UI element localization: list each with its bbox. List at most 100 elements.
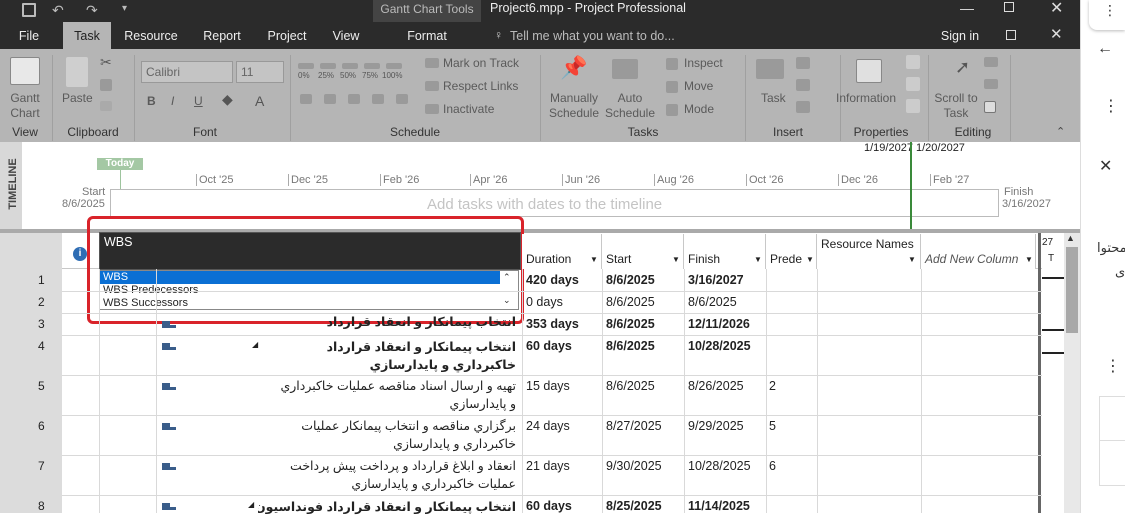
- underline-button[interactable]: U: [194, 94, 203, 109]
- gantt-chart-button[interactable]: Gantt Chart: [6, 91, 44, 121]
- move-button[interactable]: Move: [684, 79, 713, 94]
- col-resource-names[interactable]: Resource Names: [817, 234, 921, 269]
- row-start[interactable]: 8/6/2025: [606, 339, 655, 353]
- dropdown-arrow-icon[interactable]: ▼: [672, 255, 680, 264]
- inspect-button[interactable]: Inspect: [684, 56, 723, 71]
- outdent-icon[interactable]: [324, 94, 336, 104]
- row-finish[interactable]: 8/6/2025: [688, 295, 737, 309]
- tab-resource[interactable]: Resource: [120, 22, 182, 49]
- row-predecessors[interactable]: 5: [769, 419, 776, 433]
- save-icon[interactable]: [22, 3, 36, 17]
- row-duration[interactable]: 24 days: [526, 419, 570, 433]
- pct-100-icon[interactable]: [386, 63, 402, 69]
- undo-icon[interactable]: ↶: [52, 2, 64, 19]
- gantt-bar-summary[interactable]: [1042, 352, 1064, 354]
- paste-button[interactable]: Paste: [62, 91, 93, 106]
- more-options-icon[interactable]: ⋮: [1103, 96, 1119, 116]
- dropdown-arrow-icon[interactable]: ▼: [1025, 255, 1033, 264]
- font-name-select[interactable]: Calibri: [141, 61, 233, 83]
- mode-button[interactable]: Mode: [684, 102, 714, 117]
- more-options-icon[interactable]: ⋮: [1105, 356, 1121, 376]
- col-add-new[interactable]: Add New Column: [921, 234, 1036, 269]
- redo-icon[interactable]: ↷: [86, 2, 98, 19]
- tab-report[interactable]: Report: [196, 22, 248, 49]
- respect-links-button[interactable]: Respect Links: [443, 79, 518, 94]
- row-task-name[interactable]: تهيه و ارسال اسناد مناقصه عمليات خاكبردا…: [276, 377, 516, 415]
- row-id[interactable]: 7: [38, 459, 45, 473]
- notes-icon[interactable]: [906, 55, 920, 69]
- qat-customize-icon[interactable]: ▾: [122, 3, 127, 14]
- row-finish[interactable]: 10/28/2025: [688, 339, 751, 353]
- row-id[interactable]: 2: [38, 295, 45, 309]
- minimize-icon[interactable]: —: [960, 0, 974, 16]
- info-column-icon[interactable]: i: [73, 247, 87, 261]
- row-duration[interactable]: 21 days: [526, 459, 570, 473]
- more-options-icon[interactable]: ⋮: [1103, 2, 1117, 19]
- pct-25-icon[interactable]: [320, 63, 336, 69]
- collapse-ribbon-icon[interactable]: ⌃: [1056, 125, 1065, 138]
- pct-50-icon[interactable]: [342, 63, 358, 69]
- row-id[interactable]: 5: [38, 379, 45, 393]
- ribbon-display-icon[interactable]: [1006, 30, 1016, 40]
- insert-milestone-icon[interactable]: [796, 79, 810, 91]
- insert-task-button[interactable]: Task: [761, 91, 786, 106]
- insert-deliverable-icon[interactable]: [796, 101, 810, 113]
- row-start[interactable]: 8/6/2025: [606, 273, 655, 287]
- row-duration[interactable]: 420 days: [526, 273, 579, 287]
- tab-view[interactable]: View: [326, 22, 366, 49]
- manually-schedule-button[interactable]: Manually Schedule: [546, 91, 602, 121]
- dropdown-arrow-icon[interactable]: ▼: [806, 255, 814, 264]
- row-finish[interactable]: 3/16/2027: [688, 273, 744, 287]
- row-start[interactable]: 8/6/2025: [606, 317, 655, 331]
- row-id[interactable]: 4: [38, 339, 45, 353]
- row-task-name[interactable]: انتخاب پيمانكار و انعقاد قرارداد خاكبردا…: [262, 338, 516, 376]
- dropdown-arrow-icon[interactable]: ▼: [590, 255, 598, 264]
- row-task-name[interactable]: برگزاري مناقصه و انتخاب پيمانكار عمليات …: [276, 417, 516, 455]
- sign-in-link[interactable]: Sign in: [936, 22, 984, 49]
- row-duration[interactable]: 60 days: [526, 339, 572, 353]
- row-start[interactable]: 8/25/2025: [606, 499, 662, 513]
- fill-icon[interactable]: [984, 101, 996, 113]
- split-icon[interactable]: [396, 94, 408, 104]
- details-icon[interactable]: [906, 77, 920, 91]
- row-duration[interactable]: 15 days: [526, 379, 570, 393]
- row-predecessors[interactable]: 6: [769, 459, 776, 473]
- copy-icon[interactable]: [100, 79, 112, 91]
- collapse-triangle-icon[interactable]: ◢: [248, 500, 254, 509]
- unlink-icon[interactable]: [372, 94, 384, 104]
- close-document-icon[interactable]: ✕: [1050, 25, 1063, 43]
- row-start[interactable]: 9/30/2025: [606, 459, 662, 473]
- insert-summary-icon[interactable]: [796, 57, 810, 69]
- link-icon[interactable]: [348, 94, 360, 104]
- tab-file[interactable]: File: [10, 22, 48, 49]
- add-to-timeline-icon[interactable]: [906, 99, 920, 113]
- mark-on-track-button[interactable]: Mark on Track: [443, 56, 519, 71]
- clear-icon[interactable]: [984, 79, 998, 89]
- bold-button[interactable]: B: [147, 94, 156, 109]
- gantt-bar-summary[interactable]: [1042, 329, 1064, 331]
- row-start[interactable]: 8/6/2025: [606, 379, 655, 393]
- scroll-to-task-button[interactable]: Scroll to Task: [934, 91, 978, 121]
- highlight-icon[interactable]: ◆: [222, 91, 233, 108]
- row-finish[interactable]: 8/26/2025: [688, 379, 744, 393]
- pct-75-icon[interactable]: [364, 63, 380, 69]
- collapse-triangle-icon[interactable]: ◢: [252, 340, 258, 349]
- row-start[interactable]: 8/27/2025: [606, 419, 662, 433]
- row-task-name[interactable]: انتخاب پیمانکار و انعقاد قرارداد: [240, 313, 516, 333]
- cut-icon[interactable]: ✂: [100, 54, 112, 71]
- row-finish[interactable]: 9/29/2025: [688, 419, 744, 433]
- row-id[interactable]: 3: [38, 317, 45, 331]
- dropdown-arrow-icon[interactable]: ▼: [908, 255, 916, 264]
- tell-me-search[interactable]: Tell me what you want to do...: [510, 22, 690, 49]
- row-id[interactable]: 6: [38, 419, 45, 433]
- row-id[interactable]: 1: [38, 273, 45, 287]
- tab-project[interactable]: Project: [260, 22, 314, 49]
- auto-schedule-button[interactable]: Auto Schedule: [604, 91, 656, 121]
- row-predecessors[interactable]: 2: [769, 379, 776, 393]
- information-button[interactable]: Information: [836, 91, 896, 106]
- format-painter-icon[interactable]: [100, 101, 112, 111]
- row-task-name[interactable]: انتخاب پيمانكار و انعقاد قرارداد فونداسي…: [258, 498, 516, 516]
- pct-0-icon[interactable]: [298, 63, 314, 69]
- indent-icon[interactable]: [300, 94, 312, 104]
- italic-button[interactable]: I: [171, 94, 174, 109]
